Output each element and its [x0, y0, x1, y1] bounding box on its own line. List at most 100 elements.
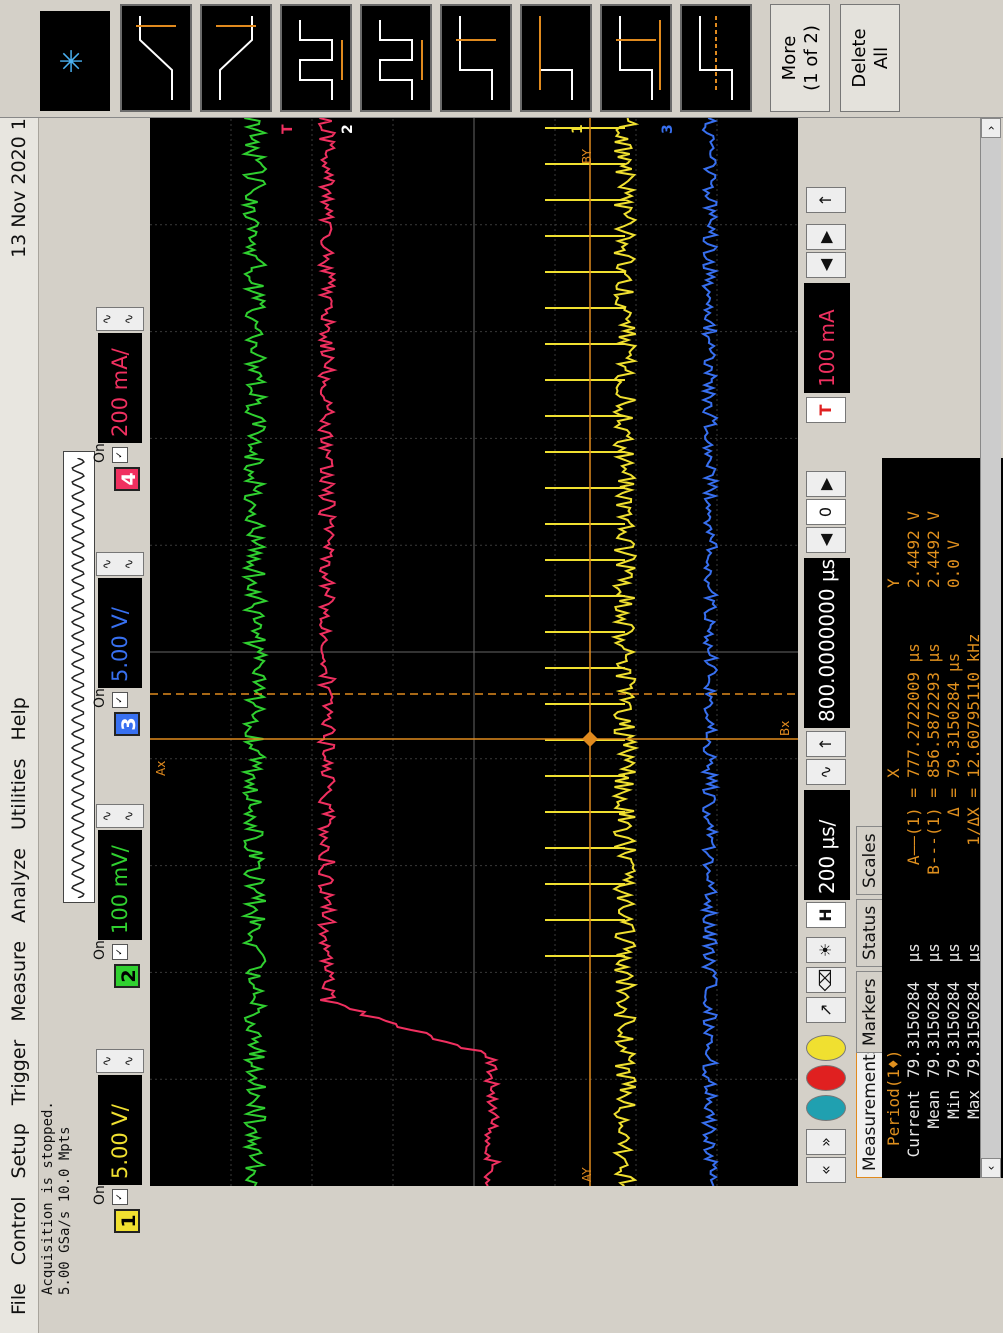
- cursor-a-x: 777.2722009 µs: [904, 643, 923, 778]
- tab-scales[interactable]: Scales: [856, 826, 883, 895]
- timebase-scale[interactable]: 200 µs/: [804, 790, 850, 900]
- channel-3-scale[interactable]: 5.00 V/: [98, 578, 142, 688]
- tab-measurements[interactable]: Measurements: [856, 1038, 883, 1178]
- menu-control[interactable]: Control: [8, 1197, 30, 1266]
- cursor-b-label: B---(1) =: [924, 788, 943, 875]
- more-button[interactable]: More (1 of 2): [770, 4, 830, 112]
- horizontal-h-badge[interactable]: H: [806, 902, 846, 928]
- frequency-icon: [379, 20, 423, 100]
- trigger-level-down-button[interactable]: ◀: [806, 252, 846, 278]
- meas-value-mean: 79.3150284 µs: [924, 943, 943, 1078]
- fall-time-icon: [136, 16, 176, 100]
- scroll-right-button[interactable]: »: [806, 1129, 846, 1155]
- meas-title: Period(1♦): [884, 1049, 903, 1146]
- channel-1-scale[interactable]: 5.00 V/: [98, 1075, 142, 1185]
- meas-label-current: Current: [904, 1090, 923, 1158]
- channel-2-coupling-icon[interactable]: ∿ ∿: [96, 804, 144, 828]
- meas-rise-time-button[interactable]: [200, 4, 272, 112]
- cursor-header-x: X: [884, 768, 903, 778]
- channel-1-badge[interactable]: 1: [114, 1209, 140, 1233]
- measurement-scrollbar[interactable]: ‹ ›: [980, 118, 1001, 1178]
- delay-reference-icon[interactable]: ↑: [806, 731, 846, 757]
- meas-label-mean: Mean: [924, 1090, 943, 1129]
- meas-value-current: 79.3150284 µs: [904, 943, 923, 1078]
- tab-markers[interactable]: Markers: [856, 971, 883, 1053]
- delete-label: Delete: [849, 28, 870, 88]
- tab-status[interactable]: Status: [856, 898, 883, 967]
- menu-help[interactable]: Help: [8, 697, 30, 740]
- channel-2-on-checkbox[interactable]: ✓: [112, 944, 128, 960]
- channel-3-ground-marker[interactable]: 3: [660, 124, 676, 134]
- channel-1-ground-marker[interactable]: 1: [570, 124, 586, 134]
- fine-coarse-icon[interactable]: ∿: [806, 759, 846, 785]
- waveform-display[interactable]: Ax Bx AY BY 1 2 3 T: [150, 118, 798, 1186]
- trigger-level[interactable]: 100 mA: [804, 283, 850, 393]
- channel-3-on-checkbox[interactable]: ✓: [112, 692, 128, 708]
- meas-top-button[interactable]: [520, 4, 592, 112]
- trigger-t-badge[interactable]: T: [806, 397, 846, 423]
- channel-2-on-label: On: [92, 940, 108, 960]
- menu-setup[interactable]: Setup: [8, 1123, 30, 1178]
- channel-1-coupling-icon[interactable]: ∿ ∿: [96, 1049, 144, 1073]
- channel-2-ground-marker[interactable]: 2: [340, 124, 356, 134]
- channel-4-badge[interactable]: 4: [114, 467, 140, 491]
- meas-frequency-button[interactable]: [360, 4, 432, 112]
- meas-peak-to-peak-button[interactable]: [600, 4, 672, 112]
- delay-increase-button[interactable]: ▶: [806, 471, 846, 497]
- cursor-ay-label: AY: [580, 1167, 594, 1182]
- delete-sublabel: All: [871, 46, 892, 70]
- overview-wave-icon: [70, 458, 85, 898]
- meas-average-button[interactable]: [680, 4, 752, 112]
- scroll-left-button[interactable]: «: [806, 1157, 846, 1183]
- menu-measure[interactable]: Measure: [8, 941, 30, 1022]
- channel-3-on-label: On: [92, 688, 108, 708]
- menu-utilities[interactable]: Utilities: [8, 759, 30, 831]
- channel-4-on-checkbox[interactable]: ✓: [112, 447, 128, 463]
- channel-4-scale[interactable]: 200 mA/: [98, 333, 142, 443]
- channel-3-coupling-icon[interactable]: ∿ ∿: [96, 552, 144, 576]
- cursor-bx-label: Bx: [778, 720, 792, 736]
- delete-all-button[interactable]: Delete All: [840, 4, 900, 112]
- channel-bar: 1 On ✓ 5.00 V/ ∿ ∿ 2 On ✓ 100 mV/ ∿ ∿ 3 On…: [88, 0, 152, 1233]
- trigger-level-up-button[interactable]: ▶: [806, 224, 846, 250]
- delay-decrease-button[interactable]: ◀: [806, 527, 846, 553]
- logo: ✳: [40, 11, 110, 111]
- channel-2-badge[interactable]: 2: [114, 964, 140, 988]
- channel-4-coupling-icon[interactable]: ∿ ∿: [96, 307, 144, 331]
- menu-trigger[interactable]: Trigger: [8, 1040, 30, 1106]
- clear-display-icon[interactable]: ⌫: [806, 967, 846, 993]
- trigger-level-marker[interactable]: T: [280, 124, 296, 134]
- trigger-slope-icon[interactable]: ↑: [806, 187, 846, 213]
- run-icon[interactable]: [806, 1095, 846, 1121]
- meas-period-button[interactable]: [280, 4, 352, 112]
- menu-file[interactable]: File: [8, 1283, 30, 1315]
- top-icon: [539, 16, 573, 100]
- single-icon[interactable]: [806, 1035, 846, 1061]
- cursor-delta-y: 0.0 V: [944, 539, 963, 588]
- brightness-icon[interactable]: ☀: [806, 937, 846, 963]
- delay-zero-button[interactable]: 0: [806, 499, 846, 525]
- scroll-down-icon[interactable]: ›: [981, 118, 1001, 138]
- channel-1-on-checkbox[interactable]: ✓: [112, 1189, 128, 1205]
- horizontal-delay[interactable]: 800.0000000 µs: [804, 558, 850, 728]
- meas-amplitude-button[interactable]: [440, 4, 512, 112]
- logo-star-icon: ✳: [55, 48, 90, 74]
- channel-2-scale[interactable]: 100 mV/: [98, 830, 142, 940]
- waveform-svg: [150, 118, 798, 1186]
- stop-icon[interactable]: [806, 1065, 846, 1091]
- status-line-1: Acquisition is stopped.: [40, 1101, 56, 1295]
- measurement-toolbar: ✳ More (1 of 2) Delete All: [0, 0, 1003, 118]
- autoscale-icon[interactable]: ↗: [806, 997, 846, 1023]
- cursor-header-y: Y: [884, 578, 903, 588]
- graticule-grid: [150, 118, 798, 1186]
- horizontal-bar: « » ↗ ⌫ ☀ H 200 µs/ ∿ ↑ 800.0000000 µs ◀…: [800, 118, 856, 1333]
- meas-fall-time-button[interactable]: [120, 4, 192, 112]
- cursor-delta-label: Δ =: [944, 788, 963, 817]
- more-label: More: [779, 35, 800, 81]
- menu-analyze[interactable]: Analyze: [8, 848, 30, 923]
- period-icon: [299, 20, 343, 100]
- status-line-2: 5.00 GSa/s 10.0 Mpts: [57, 1126, 73, 1295]
- scope-screen: File Control Setup Trigger Measure Analy…: [0, 0, 1003, 1333]
- channel-3-badge[interactable]: 3: [114, 712, 140, 736]
- scroll-up-icon[interactable]: ‹: [981, 1158, 1001, 1178]
